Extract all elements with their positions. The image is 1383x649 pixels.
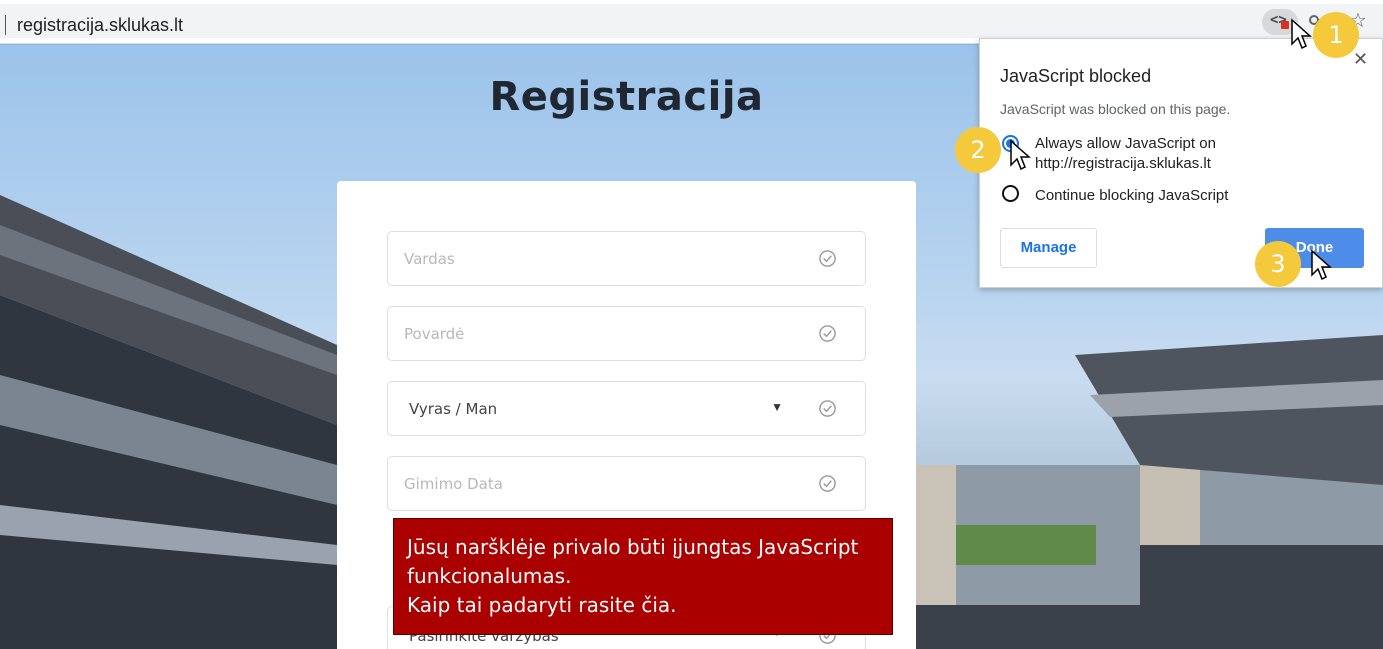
gender-select[interactable]: Vyras / Man ▼ (387, 381, 866, 436)
last-name-input[interactable]: Povardė (387, 306, 866, 361)
manage-button[interactable]: Manage (1000, 228, 1097, 268)
birth-date-input[interactable]: Gimimo Data (387, 456, 866, 511)
warning-line-1: Jūsų naršklėje privalo būti įjungtas Jav… (407, 535, 859, 559)
popup-title: JavaScript blocked (1000, 66, 1152, 86)
check-circle-icon (819, 475, 836, 492)
continue-blocking-label[interactable]: Continue blocking JavaScript (1035, 186, 1335, 206)
birth-date-placeholder: Gimimo Data (404, 475, 503, 493)
check-circle-icon (819, 325, 836, 342)
mouse-cursor-icon (1291, 18, 1312, 50)
address-url[interactable]: registracija.sklukas.lt (17, 15, 183, 36)
allow-javascript-label[interactable]: Always allow JavaScript on http://regist… (1035, 134, 1335, 174)
popup-description: JavaScript was blocked on this page. (1000, 101, 1231, 117)
warning-line-2: funkcionalumas. (407, 564, 572, 588)
dropdown-arrow-icon: ▼ (771, 400, 783, 414)
first-name-placeholder: Vardas (404, 250, 455, 268)
step-marker-2: 2 (955, 127, 1001, 173)
close-icon[interactable]: ✕ (1353, 49, 1368, 70)
warning-line-3[interactable]: Kaip tai padaryti rasite čia. (407, 591, 879, 620)
first-name-input[interactable]: Vardas (387, 231, 866, 286)
text-caret (5, 15, 6, 35)
step-marker-3: 3 (1255, 241, 1301, 287)
check-circle-icon (819, 250, 836, 267)
last-name-placeholder: Povardė (404, 325, 465, 343)
step-marker-1: 1 (1313, 12, 1359, 58)
mouse-cursor-icon (1010, 139, 1031, 171)
mouse-cursor-icon (1311, 249, 1332, 281)
check-circle-icon (819, 400, 836, 417)
javascript-warning-banner: Jūsų naršklėje privalo būti įjungtas Jav… (393, 518, 893, 635)
continue-blocking-radio[interactable] (1002, 185, 1019, 202)
address-bar[interactable]: registracija.sklukas.lt (0, 4, 1383, 38)
blocked-badge-icon (1281, 21, 1289, 29)
gender-select-value: Vyras / Man (409, 400, 498, 418)
